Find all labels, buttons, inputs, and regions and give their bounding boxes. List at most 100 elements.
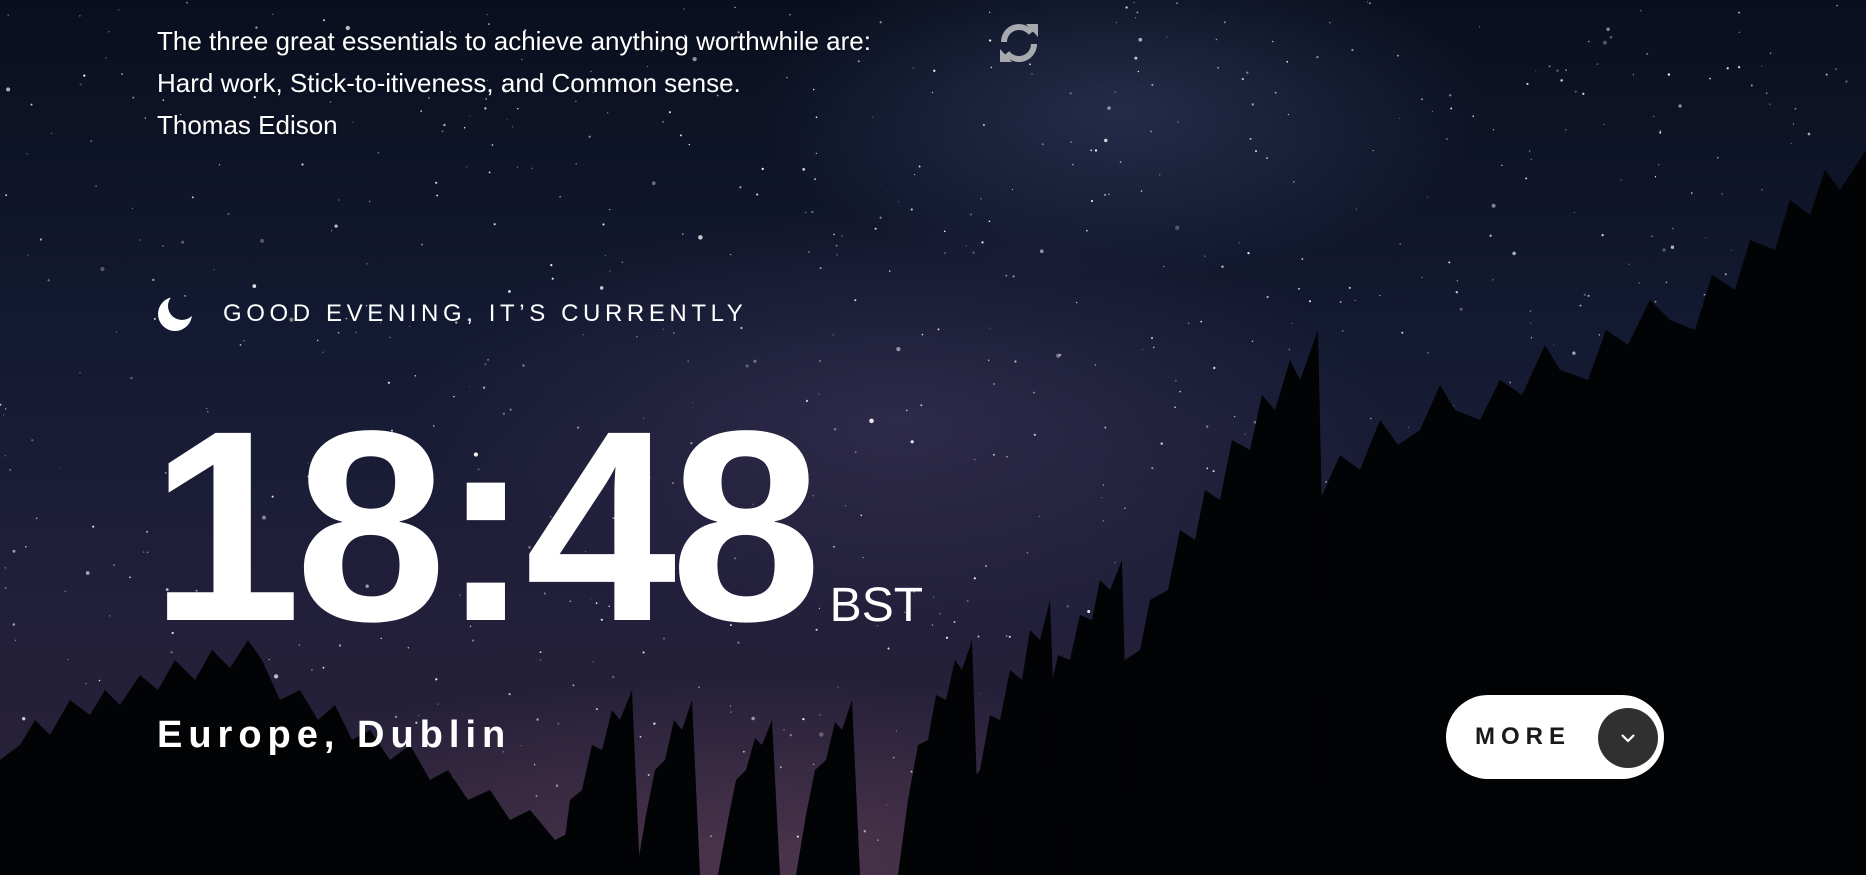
star bbox=[889, 270, 891, 272]
star bbox=[1094, 149, 1098, 152]
star bbox=[1286, 60, 1289, 63]
star bbox=[886, 804, 888, 806]
star bbox=[1136, 11, 1139, 14]
star bbox=[1646, 52, 1649, 55]
star bbox=[1606, 27, 1610, 31]
star bbox=[789, 14, 791, 16]
star bbox=[804, 211, 807, 214]
star bbox=[683, 8, 685, 10]
greeting-text: GOOD EVENING, IT’S CURRENTLY bbox=[223, 300, 748, 327]
star bbox=[1308, 300, 1312, 303]
star bbox=[508, 290, 511, 293]
star bbox=[1769, 103, 1771, 105]
star bbox=[761, 167, 764, 171]
star bbox=[488, 171, 491, 174]
star bbox=[1150, 336, 1154, 340]
star bbox=[95, 185, 98, 188]
star bbox=[1398, 117, 1401, 120]
star bbox=[1407, 426, 1410, 429]
star bbox=[621, 261, 624, 264]
star bbox=[881, 183, 883, 185]
star bbox=[1206, 425, 1209, 428]
star bbox=[1448, 261, 1451, 264]
star bbox=[1246, 71, 1249, 74]
star bbox=[1233, 415, 1236, 418]
star bbox=[1086, 229, 1088, 232]
star bbox=[98, 679, 101, 682]
star bbox=[1658, 164, 1660, 166]
star bbox=[59, 467, 61, 469]
star bbox=[1217, 66, 1220, 69]
star bbox=[1492, 129, 1495, 131]
star bbox=[969, 213, 973, 216]
star bbox=[1530, 337, 1533, 339]
star bbox=[47, 279, 50, 282]
star bbox=[802, 168, 806, 171]
star bbox=[698, 686, 700, 689]
star bbox=[977, 635, 980, 638]
star bbox=[186, 1, 188, 4]
star bbox=[486, 14, 488, 16]
star bbox=[4, 567, 7, 569]
star bbox=[118, 9, 120, 11]
star bbox=[1596, 63, 1599, 66]
star bbox=[4, 586, 7, 590]
star bbox=[1671, 227, 1674, 230]
star bbox=[1587, 294, 1590, 297]
star bbox=[1200, 320, 1203, 323]
star bbox=[1153, 346, 1155, 349]
star bbox=[1255, 150, 1257, 153]
star bbox=[931, 624, 934, 626]
star bbox=[854, 299, 857, 302]
star bbox=[1206, 467, 1209, 470]
star bbox=[1421, 277, 1423, 279]
more-button[interactable]: MORE bbox=[1446, 695, 1664, 779]
star bbox=[1583, 293, 1586, 296]
star bbox=[272, 13, 274, 15]
star bbox=[609, 270, 611, 272]
star bbox=[1738, 11, 1741, 14]
star bbox=[1325, 480, 1328, 483]
star bbox=[7, 14, 9, 16]
star bbox=[1509, 381, 1512, 384]
star bbox=[31, 439, 34, 442]
star bbox=[945, 636, 949, 639]
star bbox=[79, 372, 81, 374]
star bbox=[709, 835, 712, 838]
star bbox=[743, 750, 745, 753]
star bbox=[109, 615, 111, 617]
star bbox=[1399, 243, 1402, 246]
star bbox=[113, 564, 115, 566]
star bbox=[734, 6, 736, 9]
star bbox=[1188, 322, 1190, 324]
star bbox=[1238, 242, 1240, 244]
star bbox=[1140, 190, 1143, 192]
star bbox=[1659, 130, 1662, 132]
star bbox=[22, 717, 26, 721]
star bbox=[1247, 251, 1250, 255]
star bbox=[756, 193, 759, 196]
star bbox=[681, 233, 684, 235]
star bbox=[1241, 77, 1244, 81]
star bbox=[260, 238, 265, 243]
star bbox=[863, 830, 866, 833]
star bbox=[965, 245, 968, 247]
quote-line: The three great essentials to achieve an… bbox=[157, 26, 871, 56]
star bbox=[1652, 115, 1655, 118]
star bbox=[812, 763, 815, 766]
star bbox=[974, 458, 976, 461]
star bbox=[493, 223, 496, 226]
star bbox=[1659, 131, 1662, 134]
refresh-quote-button[interactable] bbox=[996, 20, 1042, 66]
star bbox=[1472, 115, 1474, 118]
star bbox=[599, 286, 604, 290]
star bbox=[27, 254, 29, 256]
star bbox=[1251, 103, 1255, 106]
star bbox=[1738, 66, 1741, 69]
star bbox=[1041, 143, 1044, 146]
star bbox=[1288, 348, 1290, 351]
star bbox=[1678, 104, 1682, 108]
star bbox=[213, 269, 215, 271]
star bbox=[516, 166, 519, 168]
star bbox=[1137, 70, 1140, 73]
